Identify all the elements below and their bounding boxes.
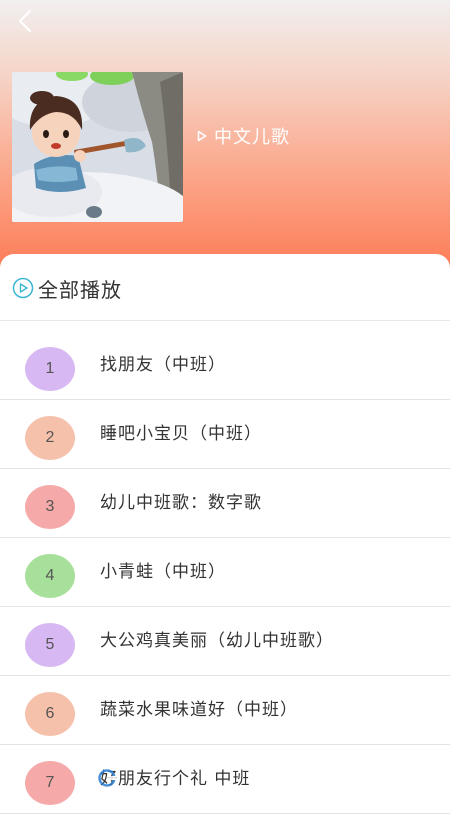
album-title-text: 中文儿歌 bbox=[214, 127, 290, 148]
song-row[interactable]: 7 好朋友行个礼 中班 bbox=[0, 745, 450, 814]
song-title: 大公鸡真美丽（幼儿中班歌） bbox=[100, 631, 334, 651]
album-cover-image bbox=[12, 72, 183, 222]
song-number-badge: 3 bbox=[25, 485, 75, 529]
song-number-badge: 1 bbox=[25, 347, 75, 391]
album-header: 中文儿歌 bbox=[0, 0, 450, 275]
song-title: 找朋友（中班） bbox=[100, 355, 226, 375]
divider bbox=[0, 320, 450, 321]
play-all-label: 全部播放 bbox=[38, 277, 122, 302]
song-title: 幼儿中班歌：数字歌 bbox=[100, 493, 262, 513]
song-row[interactable]: 2 睡吧小宝贝（中班） bbox=[0, 400, 450, 469]
play-all-button[interactable]: 全部播放 bbox=[12, 270, 122, 306]
chevron-left-icon bbox=[18, 9, 32, 33]
song-title: 睡吧小宝贝（中班） bbox=[100, 424, 262, 444]
song-row[interactable]: 1 找朋友（中班） bbox=[0, 331, 450, 400]
song-number-badge: 7 bbox=[25, 761, 75, 805]
song-number-badge: 6 bbox=[25, 692, 75, 736]
watermark-logo bbox=[98, 766, 178, 790]
song-row[interactable]: 3 幼儿中班歌：数字歌 bbox=[0, 469, 450, 538]
play-circle-icon bbox=[12, 277, 34, 299]
song-row[interactable]: 4 小青蛙（中班） bbox=[0, 538, 450, 607]
song-row[interactable]: 6 蔬菜水果味道好（中班） bbox=[0, 676, 450, 745]
song-number-badge: 2 bbox=[25, 416, 75, 460]
song-number-badge: 4 bbox=[25, 554, 75, 598]
song-number-badge: 5 bbox=[25, 623, 75, 667]
song-title: 蔬菜水果味道好（中班） bbox=[100, 700, 298, 720]
song-row[interactable]: 5 大公鸡真美丽（幼儿中班歌） bbox=[0, 607, 450, 676]
song-sheet: 全部播放 1 找朋友（中班） 2 睡吧小宝贝（中班） 3 幼儿中班歌：数字歌 4… bbox=[0, 254, 450, 814]
song-title: 小青蛙（中班） bbox=[100, 562, 226, 582]
album-title[interactable]: 中文儿歌 bbox=[197, 123, 290, 149]
back-button[interactable] bbox=[10, 6, 40, 36]
song-list: 1 找朋友（中班） 2 睡吧小宝贝（中班） 3 幼儿中班歌：数字歌 4 小青蛙（… bbox=[0, 331, 450, 814]
play-triangle-icon bbox=[197, 130, 207, 142]
